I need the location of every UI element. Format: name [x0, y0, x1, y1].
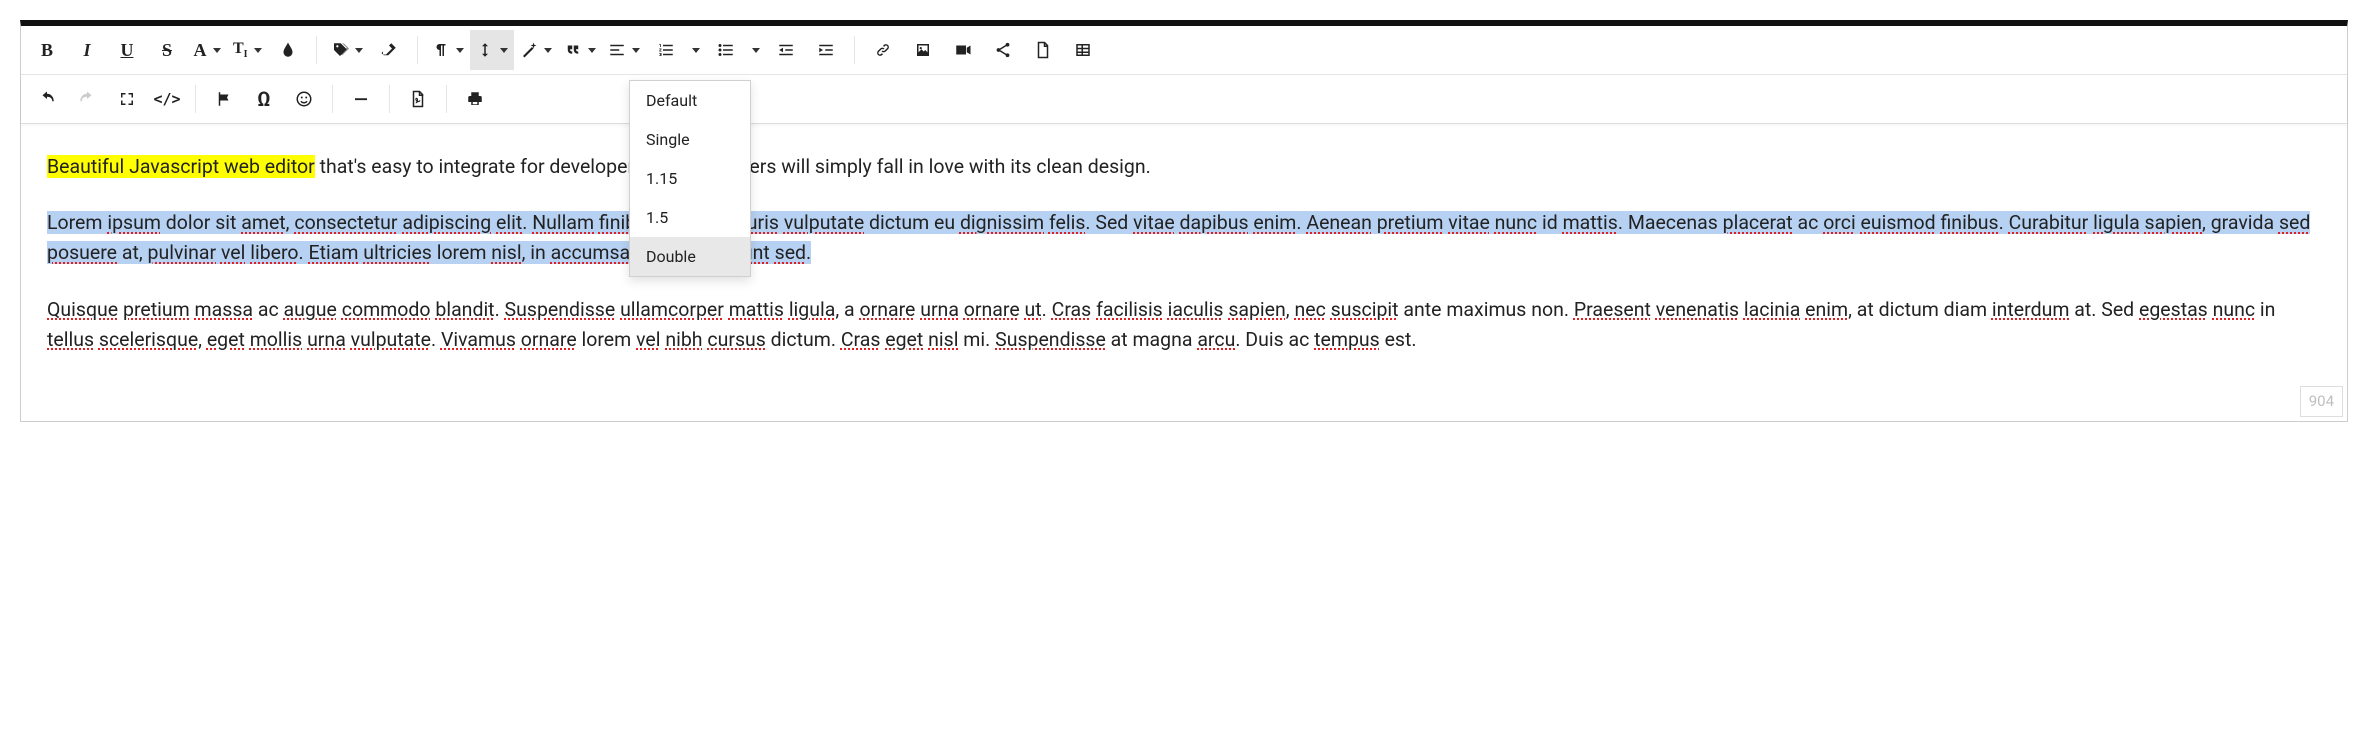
link-icon [874, 41, 892, 59]
list-ul-icon [717, 41, 735, 59]
tint-icon [279, 41, 297, 59]
toolbar-row-1: B I U S A TI [21, 26, 2347, 75]
table-button[interactable] [1063, 30, 1103, 70]
pdf-button[interactable] [398, 79, 438, 119]
text-format-button[interactable]: TI [227, 30, 268, 70]
tags-button[interactable] [325, 30, 369, 70]
hr-button[interactable] [341, 79, 381, 119]
smile-icon [295, 90, 313, 108]
file-button[interactable] [1023, 30, 1063, 70]
char-counter: 904 [2300, 386, 2343, 417]
eraser-button[interactable] [369, 30, 409, 70]
eraser-icon [380, 41, 398, 59]
undo-button[interactable] [27, 79, 67, 119]
separator [316, 36, 317, 64]
video-button[interactable] [943, 30, 983, 70]
redo-icon [78, 90, 96, 108]
highlight-text: Beautiful Javascript web editor [47, 155, 315, 178]
unordered-list-button[interactable] [706, 30, 746, 70]
align-button[interactable] [602, 30, 646, 70]
paragraph-3: Quisque pretium massa ac augue commodo b… [47, 295, 2321, 355]
separator [446, 85, 447, 113]
indent-icon [817, 41, 835, 59]
unordered-list-caret[interactable] [746, 30, 766, 70]
pilcrow-icon [432, 41, 450, 59]
line-height-option-115[interactable]: 1.15 [630, 159, 750, 198]
editor-container: B I U S A TI [20, 20, 2348, 422]
image-button[interactable] [903, 30, 943, 70]
paragraph-format-button[interactable] [426, 30, 470, 70]
line-height-option-double[interactable]: Double [630, 237, 750, 276]
line-height-option-default[interactable]: Default [630, 81, 750, 120]
print-icon [466, 90, 484, 108]
ink-drop-button[interactable] [268, 30, 308, 70]
text-color-button[interactable]: A [187, 30, 227, 70]
editor-content[interactable]: Beautiful Javascript web editor that's e… [21, 124, 2347, 421]
emoji-button[interactable] [284, 79, 324, 119]
outdent-icon [777, 41, 795, 59]
underline-button[interactable]: U [107, 30, 147, 70]
separator [389, 85, 390, 113]
pdf-icon [409, 90, 427, 108]
print-button[interactable] [455, 79, 495, 119]
quote-button[interactable] [558, 30, 602, 70]
separator [417, 36, 418, 64]
intro-paragraph: Beautiful Javascript web editor that's e… [47, 152, 2321, 182]
flag-button[interactable] [204, 79, 244, 119]
bold-button[interactable]: B [27, 30, 67, 70]
list-ol-icon [657, 41, 675, 59]
image-icon [914, 41, 932, 59]
code-view-button[interactable]: </> [147, 79, 187, 119]
tags-icon [331, 41, 349, 59]
minus-icon [352, 90, 370, 108]
fullscreen-button[interactable] [107, 79, 147, 119]
outdent-button[interactable] [766, 30, 806, 70]
magic-button[interactable] [514, 30, 558, 70]
indent-button[interactable] [806, 30, 846, 70]
expand-icon [118, 90, 136, 108]
quote-icon [564, 41, 582, 59]
toolbar-row-2: </> Ω [21, 75, 2347, 124]
line-height-icon [476, 41, 494, 59]
ordered-list-button[interactable] [646, 30, 686, 70]
line-height-option-15[interactable]: 1.5 [630, 198, 750, 237]
line-height-option-single[interactable]: Single [630, 120, 750, 159]
link-button[interactable] [863, 30, 903, 70]
separator [195, 85, 196, 113]
special-char-button[interactable]: Ω [244, 79, 284, 119]
table-icon [1074, 41, 1092, 59]
video-icon [954, 41, 972, 59]
separator [332, 85, 333, 113]
share-button[interactable] [983, 30, 1023, 70]
line-height-dropdown: Default Single 1.15 1.5 Double [629, 80, 751, 277]
flag-icon [215, 90, 233, 108]
magic-wand-icon [520, 41, 538, 59]
redo-button[interactable] [67, 79, 107, 119]
ordered-list-caret[interactable] [686, 30, 706, 70]
file-icon [1034, 41, 1052, 59]
italic-button[interactable]: I [67, 30, 107, 70]
undo-icon [38, 90, 56, 108]
align-icon [608, 41, 626, 59]
share-icon [994, 41, 1012, 59]
strike-button[interactable]: S [147, 30, 187, 70]
paragraph-2: Lorem ipsum dolor sit amet, consectetur … [47, 208, 2321, 268]
separator [854, 36, 855, 64]
line-height-button[interactable] [470, 30, 514, 70]
